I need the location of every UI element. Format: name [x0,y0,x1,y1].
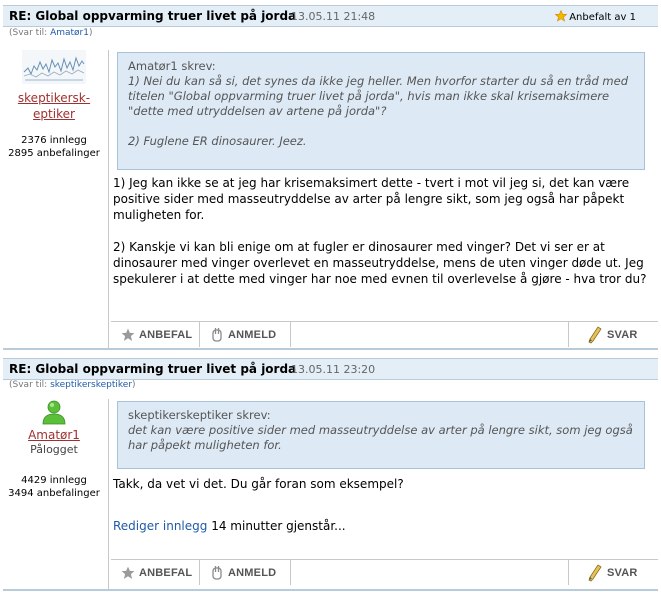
recommend-button[interactable]: ANBEFAL [111,322,199,347]
quote-box: skeptikerskeptiker skrev: det kan være p… [117,401,645,469]
recommend-label: ANBEFAL [139,328,193,341]
recommended-count: Anbefalt av 1 [569,12,636,23]
star-icon [121,566,135,579]
reply-to-link[interactable]: skeptikerskeptiker [50,380,132,390]
separator [290,560,291,585]
author-name-line1: skeptikersk- [17,91,91,105]
star-icon [121,328,135,341]
report-label: ANMELD [228,566,277,579]
report-button[interactable]: ANMELD [200,560,290,585]
reply-button[interactable]: SVAR [569,560,658,585]
reply-prefix: (Svar til: [9,28,51,38]
recommendation-count: 3494 anbefalinger [8,488,100,499]
recommended-badge: Anbefalt av 1 [555,10,636,23]
post-bottom-border [3,589,658,591]
body-paragraph: 2) Kanskje vi kan bli enige om at fugler… [113,240,647,286]
reply-suffix: ) [132,380,136,390]
online-status: Pålogget [30,443,78,456]
recommend-button[interactable]: ANBEFAL [111,560,199,585]
post-count: 2376 innlegg [21,135,87,146]
edit-time-remaining: 14 minutter gjenstår... [211,519,346,533]
quote-header: Amatør1 skrev: [128,59,216,73]
body-paragraph: 1) Jeg kan ikke se at jeg har krisemaksi… [113,176,630,222]
reply-button[interactable]: SVAR [569,322,658,347]
post-2: RE: Global oppvarming truer livet på jor… [0,358,661,592]
post-title: RE: Global oppvarming truer livet på jor… [9,362,297,376]
post-header: RE: Global oppvarming truer livet på jor… [3,358,658,380]
post-date: 13.05.11 23:20 [291,363,376,376]
reply-prefix: (Svar til: [9,380,51,390]
post-date: 13.05.11 21:48 [291,10,376,23]
post-title: RE: Global oppvarming truer livet på jor… [9,9,297,23]
post-header: RE: Global oppvarming truer livet på jor… [3,5,658,27]
star-icon [555,10,568,22]
post-bottom-border [3,348,658,350]
separator [290,322,291,347]
divider [108,399,109,589]
quote-header: skeptikerskeptiker skrev: [128,408,271,422]
reply-to: (Svar til: Amatør1) [9,28,92,38]
online-user-icon [42,400,66,425]
author-name[interactable]: skeptikersk-eptiker [3,90,105,122]
author-info: Amatør1 Pålogget 4429 innlegg 3494 anbef… [3,399,105,500]
author-name[interactable]: Amatør1 [3,427,105,443]
action-bar: ANBEFAL ANMELD SVAR [111,559,658,585]
reply-suffix: ) [88,28,93,38]
reply-label: SVAR [607,566,638,579]
post-body: 1) Jeg kan ikke se at jeg har krisemaksi… [113,175,653,287]
pencil-icon [588,563,602,581]
post-1: RE: Global oppvarming truer livet på jor… [0,5,661,350]
author-info: skeptikersk-eptiker 2376 innlegg 2895 an… [3,50,105,160]
quote-text-2: 2) Fuglene ER dinosaurer. Jeez. [128,134,307,148]
action-bar: ANBEFAL ANMELD SVAR [111,321,658,347]
recommendation-count: 2895 anbefalinger [8,148,100,159]
reply-label: SVAR [607,328,638,341]
post-count: 4429 innlegg [21,475,87,486]
author-name-line2: eptiker [33,107,75,121]
body-paragraph: Takk, da vet vi det. Du går foran som ek… [113,477,404,491]
hand-icon [212,565,222,580]
avatar[interactable] [22,50,86,84]
quote-text: det kan være positive sider med masseutr… [128,423,633,452]
reply-to: (Svar til: skeptikerskeptiker) [9,380,136,390]
hand-icon [212,327,222,342]
quote-box: Amatør1 skrev: 1) Nei du kan så si, det … [117,52,645,170]
post-body: Takk, da vet vi det. Du går foran som ek… [113,476,653,534]
divider [108,50,109,350]
pencil-icon [588,325,602,343]
reply-to-link[interactable]: Amatør1 [50,28,89,38]
recommend-label: ANBEFAL [139,566,193,579]
quote-text: 1) Nei du kan så si, det synes da ikke j… [128,74,628,118]
report-label: ANMELD [228,328,277,341]
edit-post-link[interactable]: Rediger innlegg [113,519,207,533]
report-button[interactable]: ANMELD [200,322,290,347]
